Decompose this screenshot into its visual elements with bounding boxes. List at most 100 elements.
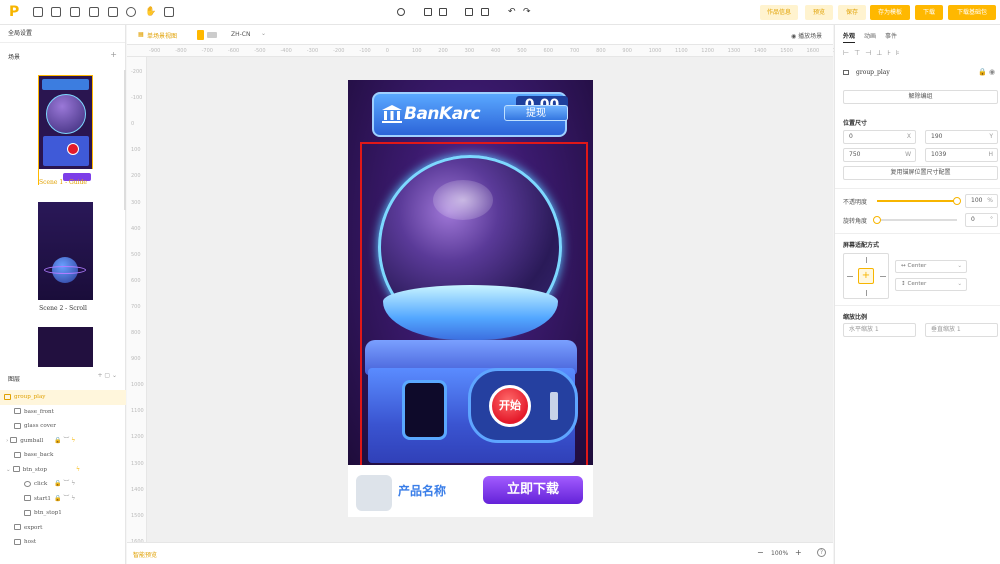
- download-now-button[interactable]: 立即下载: [483, 476, 583, 504]
- ruler-h-tick: 800: [596, 48, 606, 54]
- tab-animation[interactable]: 动画: [864, 31, 876, 40]
- add-scene-icon[interactable]: +: [110, 50, 117, 59]
- ungroup-icon[interactable]: [481, 8, 489, 16]
- layers-actions-icon[interactable]: + ▢ ⌄: [97, 372, 117, 379]
- vertical-ruler: -200 -100 0 100 200 300 400 500 600 700 800 900 1000…: [127, 57, 147, 545]
- device-tool-icon[interactable]: [164, 7, 174, 17]
- layer-group-play[interactable]: group_play: [0, 390, 126, 405]
- anchor-picker[interactable]: +: [843, 253, 889, 299]
- video-tool-icon[interactable]: [51, 7, 61, 17]
- x-field[interactable]: 0X: [843, 130, 916, 144]
- scene-thumb-3[interactable]: [38, 327, 93, 367]
- redo-icon[interactable]: ↷: [523, 8, 531, 17]
- scale-v-field[interactable]: 垂直缩放 1: [925, 323, 998, 337]
- scale-h-field[interactable]: 水平缩放 1: [843, 323, 916, 337]
- divider: [835, 233, 1000, 234]
- align-top-icon[interactable]: [424, 8, 432, 16]
- layer-up-icon[interactable]: [397, 8, 405, 16]
- align-icons[interactable]: ⊢⊤⊣⊥⊦⊧: [843, 49, 905, 57]
- ruler-v-tick: 1400: [131, 486, 144, 493]
- expand-icon[interactable]: ›: [6, 438, 8, 444]
- reuse-config-button[interactable]: 复用锚屏位置尺寸配置: [843, 166, 998, 180]
- anchor-center-icon[interactable]: +: [858, 268, 874, 284]
- zoom-in-button[interactable]: +: [795, 548, 802, 557]
- layer-name: base_front: [24, 408, 54, 415]
- hand-tool-icon[interactable]: ✋: [145, 7, 156, 17]
- scene-thumb-1[interactable]: [38, 75, 94, 186]
- opacity-field[interactable]: 100%: [965, 194, 998, 208]
- play-scene-button[interactable]: ◉ 播放场景: [791, 31, 822, 40]
- text-tool-icon[interactable]: [108, 7, 118, 17]
- layer-btn-stop1[interactable]: btn_stop1: [0, 506, 126, 521]
- layer-base-front[interactable]: base_front: [0, 405, 126, 420]
- layer-name: export: [24, 524, 43, 531]
- rotation-field[interactable]: 0 °: [965, 213, 998, 227]
- view-mode-icon[interactable]: ▦: [138, 31, 144, 38]
- layer-click[interactable]: click 🔒 ︶ ϟ: [0, 477, 126, 492]
- ruler-h-tick: 1200: [701, 48, 715, 54]
- layer-status-icons[interactable]: 🔒 ︶ ϟ: [54, 434, 75, 449]
- group-icon[interactable]: [465, 8, 473, 16]
- align-bottom-icon[interactable]: [439, 8, 447, 16]
- selection-box[interactable]: [360, 142, 588, 467]
- save-button[interactable]: 保存: [838, 5, 866, 20]
- layer-btn-stop[interactable]: ⌄ btn_stop ϟ: [0, 463, 126, 478]
- layer-gumball[interactable]: › gumball 🔒 ︶ ϟ: [0, 434, 126, 449]
- ruler-h-tick: -200: [333, 48, 345, 54]
- image-tool-icon[interactable]: [33, 7, 43, 17]
- layer-start1[interactable]: start1 🔒 ︶ ϟ: [0, 492, 126, 507]
- ruler-v-tick: 1200: [131, 434, 144, 441]
- work-info-button[interactable]: 作品信息: [760, 5, 798, 20]
- event-icon[interactable]: ϟ: [76, 463, 80, 478]
- layer-status-icons[interactable]: 🔒 ︶ ϟ: [54, 477, 75, 492]
- view-mode-label[interactable]: 单场景视图: [147, 31, 177, 40]
- portrait-icon[interactable]: [197, 30, 204, 40]
- preview-button[interactable]: 预览: [805, 5, 833, 20]
- layer-base-back[interactable]: base_back: [0, 448, 126, 463]
- ruler-h-tick: -300: [306, 48, 319, 54]
- height-field[interactable]: 1039 H: [925, 148, 998, 162]
- download-button[interactable]: 下载: [915, 5, 943, 20]
- withdraw-button[interactable]: 提现: [504, 105, 568, 121]
- vertical-fit-select[interactable]: ↕ Center ⌄: [895, 278, 967, 291]
- layer-name: glass cover: [24, 423, 56, 429]
- phone-canvas[interactable]: BanKarc 0.00 提现 开始 产品名称 立即下载: [348, 80, 593, 517]
- particle-tool-icon[interactable]: [126, 7, 136, 17]
- visibility-icon[interactable]: ◉: [989, 68, 995, 76]
- product-name: 产品名称: [398, 484, 447, 498]
- language-chevron-icon[interactable]: ⌄: [261, 30, 266, 37]
- layer-host[interactable]: host: [0, 535, 126, 550]
- smart-preview-label[interactable]: 智能预览: [133, 550, 157, 559]
- tab-appearance[interactable]: 外观: [843, 31, 856, 43]
- width-field[interactable]: 750 W: [843, 148, 916, 162]
- download-assets-button[interactable]: 下载基础包: [948, 5, 996, 20]
- save-template-button[interactable]: 存为模板: [870, 5, 910, 20]
- group-tool-icon[interactable]: [89, 7, 99, 17]
- lock-icon[interactable]: 🔒: [978, 68, 987, 76]
- zoom-out-button[interactable]: −: [757, 548, 764, 557]
- undo-icon[interactable]: ↶: [508, 8, 516, 17]
- layer-glass-cover[interactable]: glass cover: [0, 419, 126, 434]
- rotation-slider-knob[interactable]: [873, 216, 881, 224]
- opacity-unit: %: [987, 197, 993, 204]
- collapse-icon[interactable]: ⌄: [6, 467, 11, 473]
- landscape-icon[interactable]: [207, 32, 217, 38]
- layers-list: group_play base_front glass cover › gumba…: [0, 390, 126, 550]
- rotation-slider-track[interactable]: [877, 219, 957, 221]
- scenes-scrollbar[interactable]: [124, 70, 126, 210]
- ungroup-button[interactable]: 解除编组: [843, 90, 998, 104]
- global-settings[interactable]: 全局设置: [0, 25, 125, 43]
- y-field[interactable]: 190 Y: [925, 130, 998, 144]
- bank-icon: [382, 105, 402, 123]
- horizontal-fit-select[interactable]: ↔ Center ⌄: [895, 260, 967, 273]
- scene-thumb-2[interactable]: [38, 202, 93, 300]
- language-select[interactable]: ZH-CN: [231, 31, 250, 38]
- shape-tool-icon[interactable]: [70, 7, 80, 17]
- tab-events[interactable]: 事件: [885, 31, 897, 40]
- layer-status-icons[interactable]: 🔒 ︶ ϟ: [54, 492, 75, 507]
- opacity-slider-knob[interactable]: [953, 197, 961, 205]
- layer-export[interactable]: export: [0, 521, 126, 536]
- image-layer-icon: [14, 408, 21, 414]
- help-icon[interactable]: ?: [817, 548, 826, 557]
- horizontal-ruler: -900 -800 -700 -600 -500 -400 -300 -200 -100 0 100…: [127, 45, 839, 57]
